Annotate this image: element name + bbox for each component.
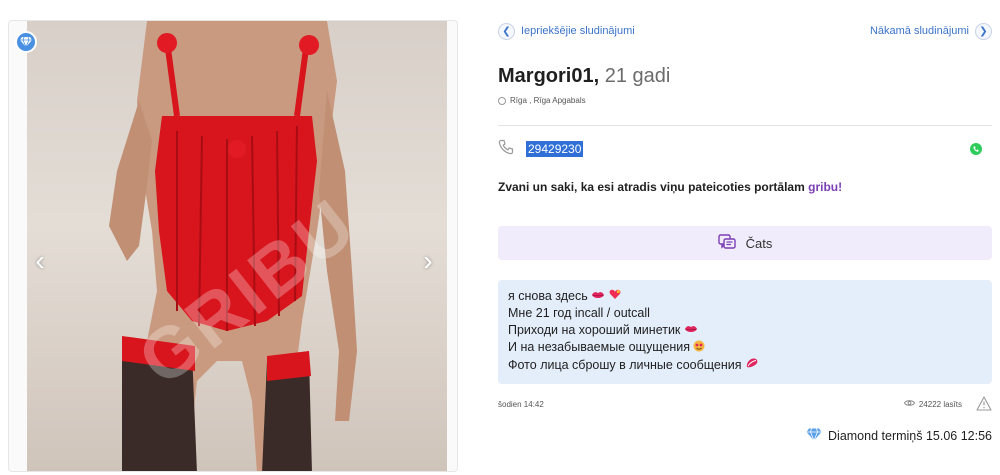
diamond-icon: [15, 31, 37, 53]
description-line-3: Приходи на хороший минетик: [508, 323, 681, 338]
location-icon: [498, 96, 506, 105]
divider: [498, 125, 992, 126]
diamond-icon: [806, 428, 822, 444]
gallery-prev-arrow[interactable]: ‹: [29, 247, 51, 275]
next-listing-link[interactable]: Nākamā sludinājumi ❯: [869, 22, 992, 40]
description-line: я снова здесь: [508, 288, 982, 305]
description-line: Мне 21 год incall / outcall: [508, 305, 982, 322]
diamond-status: Diamond termiņš 15.06 12:56: [498, 428, 992, 444]
phone-number[interactable]: 29429230: [526, 141, 584, 157]
whatsapp-icon[interactable]: [970, 143, 982, 155]
photo-gallery[interactable]: GRIBU ‹ ›: [8, 20, 458, 472]
chat-button[interactable]: Čats: [498, 226, 992, 260]
description-line-4: И на незабываемые ощущения: [508, 340, 690, 355]
listing-pager: ❮ Iepriekšējie sludinājumi Nākamā sludin…: [498, 22, 992, 40]
description-line: Приходи на хороший минетик: [508, 322, 982, 339]
promo-message: Zvani un saki, ka esi atradis viņu patei…: [498, 180, 809, 194]
brand-link[interactable]: gribu!: [808, 180, 842, 194]
description-line: Фото лица сброшу в личные сообщения: [508, 357, 982, 374]
heart-emoji: [609, 288, 621, 305]
chevron-right-icon: ❯: [975, 22, 992, 40]
profile-location: Rīga , Rīga Apgabals: [498, 96, 992, 105]
phone-row: 29429230: [498, 139, 992, 160]
description-line-2: Мне 21 год incall / outcall: [508, 306, 650, 321]
photo-illustration: [109, 21, 357, 471]
previous-listing-label: Iepriekšējie sludinājumi: [521, 25, 635, 37]
description-line: И на незабываемые ощущения: [508, 339, 982, 356]
face-emoji: [693, 340, 705, 357]
views-counter: 24222 lasīts: [903, 399, 962, 409]
profile-photo[interactable]: GRIBU: [27, 21, 447, 471]
phone-icon: [498, 139, 514, 160]
lips-emoji: [684, 322, 698, 339]
location-text: Rīga , Rīga Apgabals: [510, 96, 586, 105]
posted-time: šodien 14:42: [498, 399, 544, 409]
previous-listing-link[interactable]: ❮ Iepriekšējie sludinājumi: [498, 22, 635, 40]
next-listing-label: Nākamā sludinājumi: [869, 25, 969, 37]
profile-age: 21 gadi: [604, 65, 671, 87]
chat-icon: [717, 233, 736, 253]
eye-icon: [903, 399, 915, 409]
chevron-left-icon: ❮: [498, 22, 515, 40]
lips-emoji: [591, 288, 605, 305]
warning-icon[interactable]: [976, 395, 992, 413]
views-text: 24222 lasīts: [918, 399, 962, 409]
listing-meta: šodien 14:42 24222 lasīts: [498, 395, 992, 413]
profile-name: Margori01,: [498, 65, 600, 87]
lipstick-emoji: [745, 357, 759, 374]
description-line-5: Фото лица сброшу в личные сообщения: [508, 357, 742, 372]
diamond-expiry: Diamond termiņš 15.06 12:56: [828, 429, 992, 443]
listing-description: я снова здесь Мне 21 год incall / outcal…: [498, 280, 992, 384]
chat-label: Čats: [745, 235, 773, 251]
description-line-1: я снова здесь: [508, 289, 588, 303]
profile-heading: Margori01, 21 gadi: [498, 65, 992, 88]
gallery-next-arrow[interactable]: ›: [417, 247, 439, 275]
listing-details: ❮ Iepriekšējie sludinājumi Nākamā sludin…: [498, 22, 992, 444]
promo-text: Zvani un saki, ka esi atradis viņu patei…: [498, 180, 992, 194]
